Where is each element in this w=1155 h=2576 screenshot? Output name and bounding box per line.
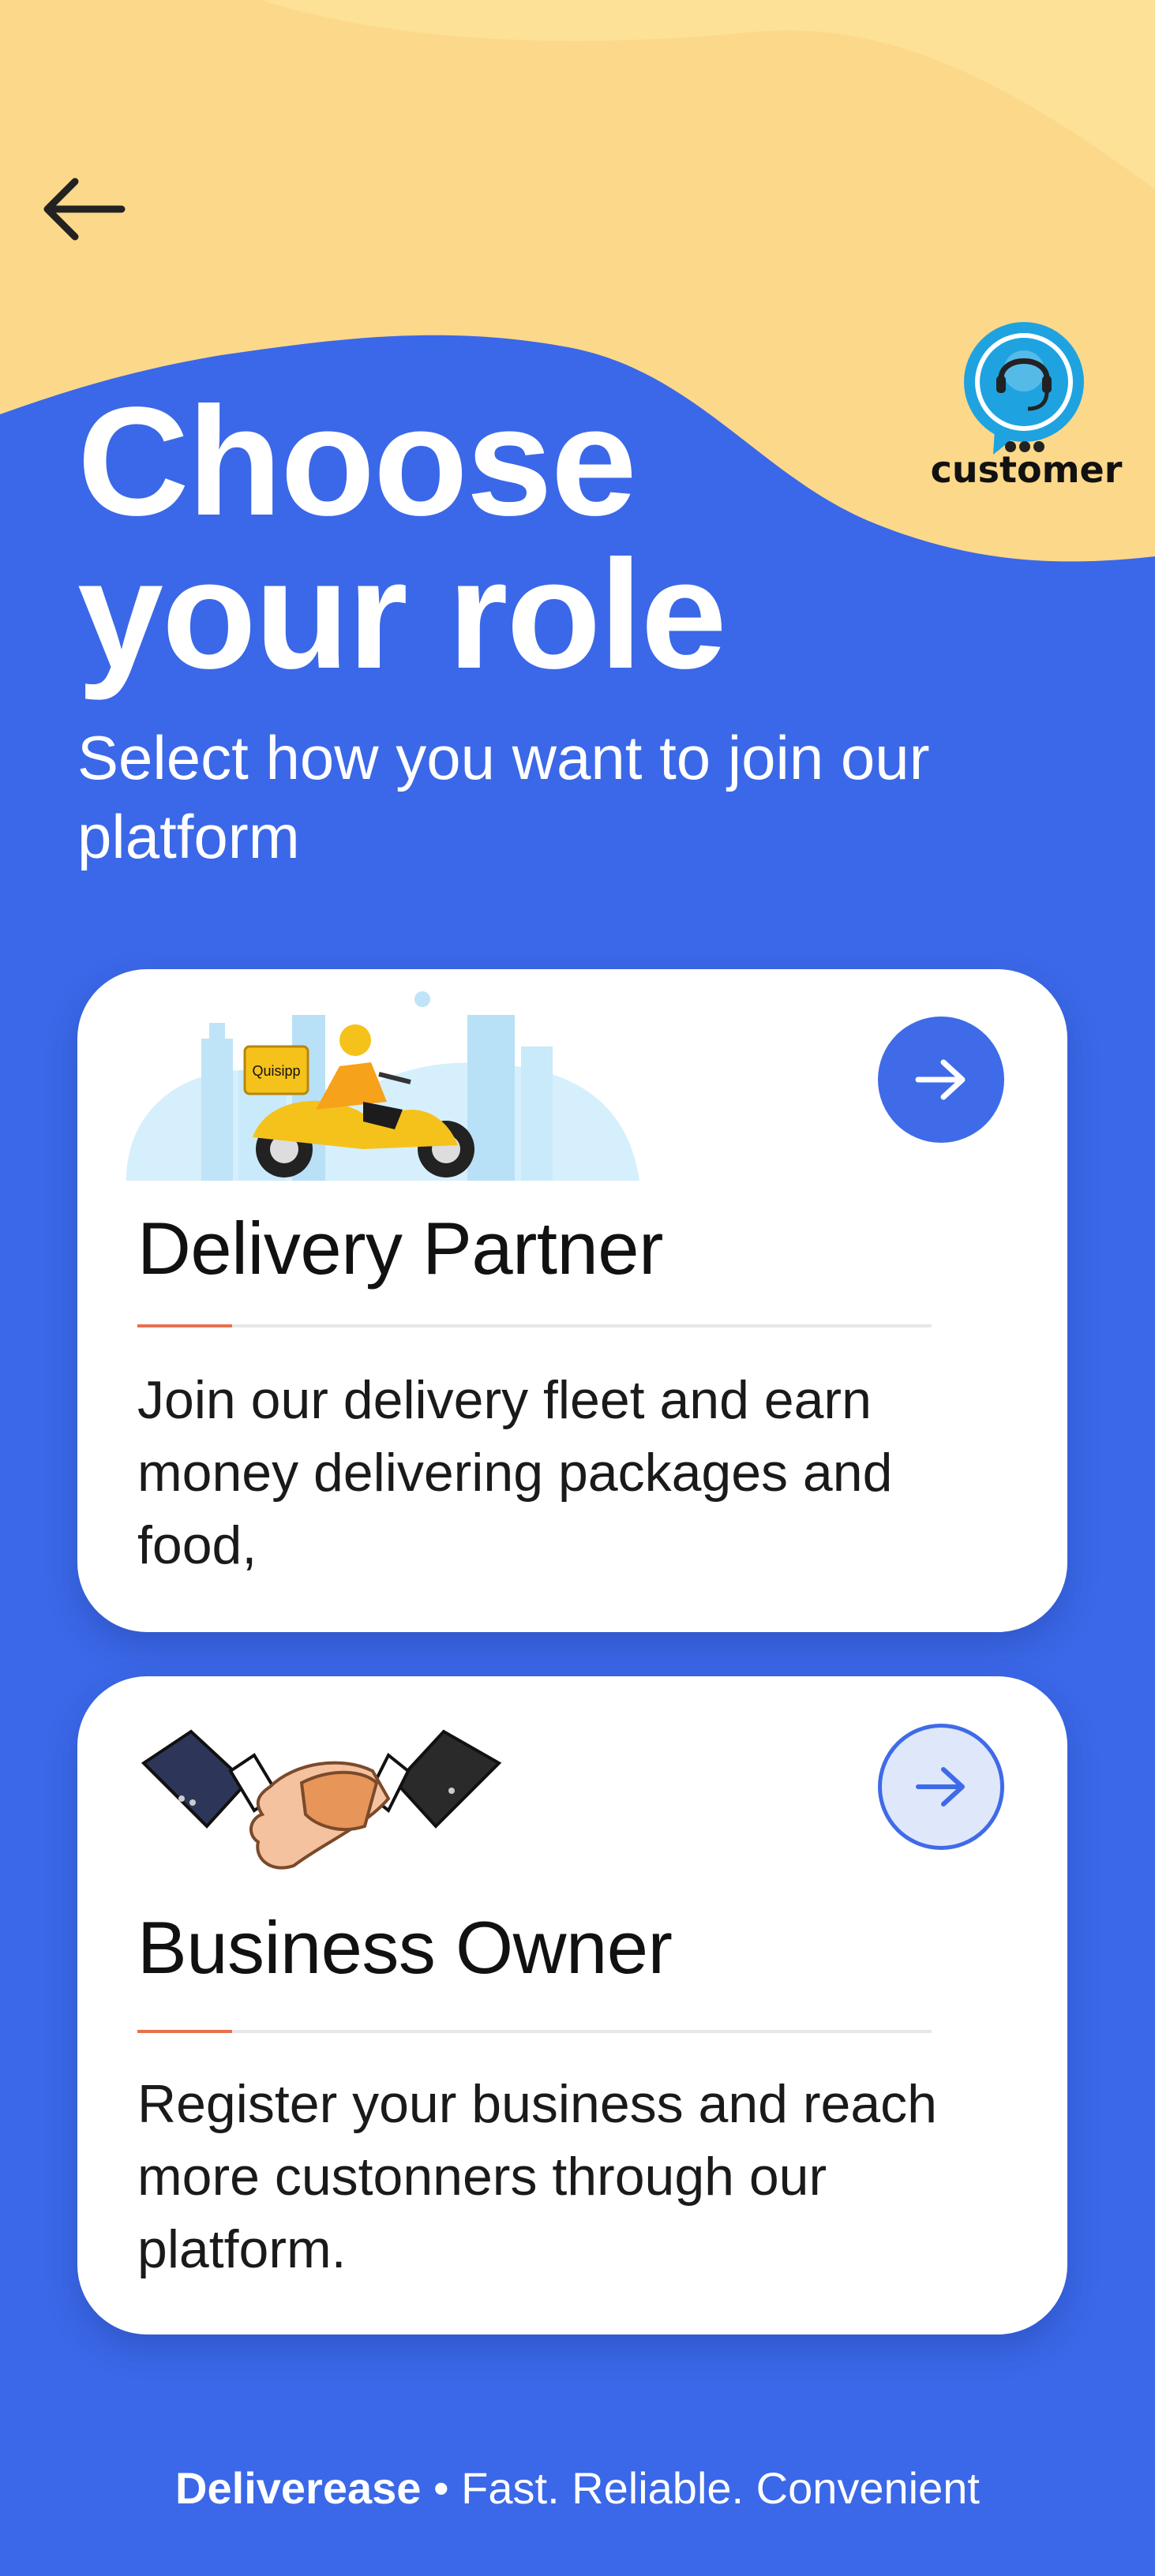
delivery-scooter-illustration: Quisipp (126, 991, 639, 1181)
footer-brand: Deliverease (175, 2463, 422, 2513)
business-owner-title: Business Owner (137, 1906, 673, 1989)
support-label: customer (930, 448, 1123, 491)
delivery-partner-arrow-button[interactable] (878, 1017, 1004, 1143)
divider-accent (137, 2030, 232, 2033)
business-owner-card[interactable]: Business Owner Register your business an… (77, 1676, 1067, 2334)
back-button[interactable] (32, 158, 134, 260)
arrow-right-icon (915, 1059, 966, 1100)
page-title: Choose your role (77, 375, 727, 701)
delivery-partner-title: Delivery Partner (137, 1207, 663, 1290)
title-line-2: your role (77, 528, 727, 701)
title-line-1: Choose (77, 375, 637, 548)
page-subtitle: Select how you want to join our platform (77, 723, 930, 871)
delivery-partner-divider (137, 1324, 932, 1327)
footer-tagline: Deliverease • Fast. Reliable. Convenient (0, 2462, 1155, 2514)
arrow-right-icon (916, 1767, 965, 1807)
customer-support-button[interactable]: customer (924, 316, 1129, 505)
headset-chat-icon (964, 322, 1084, 455)
business-owner-arrow-button[interactable] (878, 1724, 1004, 1850)
divider-accent (137, 1324, 232, 1327)
delivery-partner-description: Join our delivery fleet and earn money d… (137, 1370, 893, 1575)
business-owner-divider (137, 2030, 932, 2033)
delivery-partner-card[interactable]: Quisipp Delivery Partner Join our delive… (77, 969, 1067, 1632)
handshake-illustration (141, 1729, 502, 1870)
business-owner-description: Register your business and reach more cu… (137, 2074, 937, 2279)
footer-separator: • (433, 2463, 449, 2513)
arrow-left-icon (43, 178, 126, 241)
footer-tagline-text: Fast. Reliable. Convenient (461, 2463, 980, 2513)
delivery-box-label: Quisipp (252, 1063, 300, 1079)
